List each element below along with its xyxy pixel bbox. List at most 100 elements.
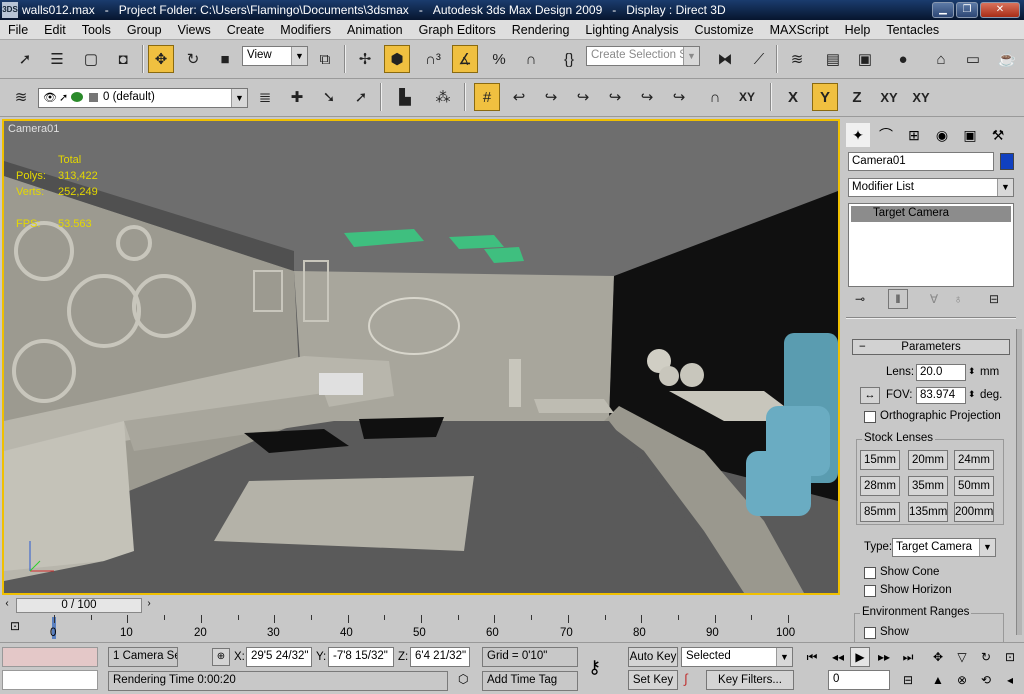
close-button[interactable]: ✕ [980, 2, 1020, 18]
snap-3d-icon[interactable]: ∩³ [420, 45, 446, 73]
layer-manager-icon[interactable]: ≋ [784, 45, 810, 73]
snap-edge-icon[interactable]: ↪ [634, 83, 660, 111]
slider-next-icon[interactable]: › [142, 598, 156, 613]
pivot-icon[interactable]: ⧉ [312, 45, 338, 73]
menu-file[interactable]: File [0, 23, 36, 37]
object-name-input[interactable]: Camera01 [848, 152, 994, 171]
lens-spinner-icon[interactable]: ⬍ [968, 366, 976, 377]
keyboard-shortcut-icon[interactable]: ⬢ [384, 45, 410, 73]
motion-tab-icon[interactable]: ◉ [930, 123, 954, 147]
lens-135mm-button[interactable]: 135mm [908, 502, 948, 522]
axis-x-button[interactable]: X [780, 83, 806, 111]
x-coord-input[interactable]: 29'5 24/32" [246, 647, 312, 667]
render-teapot-icon[interactable]: ☕ [994, 45, 1020, 73]
lens-input[interactable]: 20.0 [916, 364, 966, 381]
menu-rendering[interactable]: Rendering [504, 23, 578, 37]
roll-icon[interactable]: ⊗ [952, 670, 972, 690]
axis-y-button[interactable]: Y [812, 83, 838, 111]
select-by-name-icon[interactable]: ☰ [44, 45, 70, 73]
menu-group[interactable]: Group [119, 23, 170, 37]
align-icon[interactable]: ⟋ [746, 45, 772, 73]
maxscript-listener[interactable] [2, 647, 98, 667]
snap-xy-icon[interactable]: XY [734, 83, 760, 111]
go-to-end-icon[interactable]: ⏭ [898, 647, 918, 667]
mini-curve-editor-icon[interactable]: ⊡ [10, 619, 20, 633]
window-crossing-icon[interactable]: ◘ [110, 45, 136, 73]
material-editor-icon[interactable]: ● [890, 45, 916, 73]
create-tab-icon[interactable]: ✦ [846, 123, 870, 147]
make-unique-icon[interactable]: ∀ [924, 289, 944, 309]
rotate-icon[interactable]: ↻ [180, 45, 206, 73]
selection-set-input[interactable]: Create Selection Set ▼ [586, 46, 700, 66]
lens-200mm-button[interactable]: 200mm [954, 502, 994, 522]
grid-snap-icon[interactable]: # [474, 83, 500, 111]
current-frame-input[interactable]: 0 [828, 670, 890, 690]
pan-icon[interactable]: ✥ [928, 647, 948, 667]
snap-vertex-icon[interactable]: ↪ [538, 83, 564, 111]
pin-stack-icon[interactable]: ⊸ [850, 289, 870, 309]
ref-coord-dropdown[interactable]: View ▼ [242, 46, 308, 66]
axis-z-button[interactable]: Z [844, 83, 870, 111]
select-in-layer-icon[interactable]: ➘ [316, 83, 342, 111]
add-time-tag[interactable]: Add Time Tag [482, 671, 578, 691]
restore-button[interactable]: ❐ [956, 2, 978, 18]
menu-help[interactable]: Help [837, 23, 879, 37]
curve-editor-icon[interactable]: ▤ [820, 45, 846, 73]
key-filters-button[interactable]: Key Filters... [706, 670, 794, 690]
dolly-icon[interactable]: ▲ [928, 670, 948, 690]
hierarchy-tab-icon[interactable]: ⊞ [902, 123, 926, 147]
lens-50mm-button[interactable]: 50mm [954, 476, 994, 496]
orbit-icon[interactable]: ↻ [976, 647, 996, 667]
env-show-checkbox[interactable] [864, 627, 876, 639]
truck-icon[interactable]: ⟲ [976, 670, 996, 690]
next-frame-icon[interactable]: ▸▸ [874, 647, 894, 667]
utilities-tab-icon[interactable]: ⚒ [986, 123, 1010, 147]
stack-item[interactable]: Target Camera [851, 206, 1011, 222]
fov-input[interactable]: 83.974 [916, 387, 966, 404]
menu-views[interactable]: Views [170, 23, 219, 37]
select-object-icon[interactable]: ➚ [12, 45, 38, 73]
layers-icon[interactable]: ≋ [8, 83, 34, 111]
spinner-snap-icon[interactable]: ∩ [518, 45, 544, 73]
layer-dropdown[interactable]: 👁 ➚ 0 (default) ▼ [38, 88, 248, 108]
render-setup-icon[interactable]: ⌂ [928, 45, 954, 73]
previous-frame-icon[interactable]: ◂◂ [828, 647, 848, 667]
camera-viewport[interactable]: Camera01 Total Polys: 313,422 Verts: 252… [2, 119, 840, 595]
configure-sets-icon[interactable]: ⊟ [984, 289, 1004, 309]
time-slider-thumb[interactable]: 0 / 100 [16, 598, 142, 613]
maxscript-input[interactable] [2, 670, 98, 690]
new-layer-icon[interactable]: ≣ [252, 83, 278, 111]
manipulate-icon[interactable]: ✢ [352, 45, 378, 73]
menu-edit[interactable]: Edit [36, 23, 74, 37]
fov-direction-button[interactable]: ↔ [860, 387, 880, 404]
y-coord-input[interactable]: -7'8 15/32" [328, 647, 394, 667]
menu-maxscript[interactable]: MAXScript [762, 23, 837, 37]
slider-prev-icon[interactable]: ‹ [0, 598, 14, 613]
camera-type-dropdown[interactable]: Target Camera ▼ [892, 538, 996, 557]
menu-lighting-analysis[interactable]: Lighting Analysis [577, 23, 686, 37]
modifier-list-dropdown[interactable]: Modifier List ▼ [848, 178, 1014, 197]
snap-face-icon[interactable]: ↪ [666, 83, 692, 111]
object-color-swatch[interactable] [1000, 153, 1014, 170]
z-coord-input[interactable]: 6'4 21/32" [410, 647, 470, 667]
stairs-icon[interactable]: ▙ [392, 83, 418, 111]
snap-endpoint-icon[interactable]: ↪ [570, 83, 596, 111]
show-horizon-checkbox[interactable] [864, 585, 876, 597]
scale-icon[interactable]: ■ [212, 45, 238, 73]
snap-options-icon[interactable]: ∩ [702, 83, 728, 111]
lens-15mm-button[interactable]: 15mm [860, 450, 900, 470]
minimize-button[interactable]: ▁ [932, 2, 954, 18]
go-to-start-icon[interactable]: ⏮ [802, 647, 822, 667]
menu-tools[interactable]: Tools [74, 23, 119, 37]
menu-create[interactable]: Create [219, 23, 273, 37]
menu-modifiers[interactable]: Modifiers [272, 23, 339, 37]
field-of-view-icon[interactable]: ▽ [952, 647, 972, 667]
set-key-button[interactable]: Set Key [628, 670, 678, 690]
axis-xy-cycle-button[interactable]: XY [908, 83, 934, 111]
menu-graph-editors[interactable]: Graph Editors [411, 23, 504, 37]
edit-named-selection-icon[interactable]: {} [556, 45, 582, 73]
show-cone-checkbox[interactable] [864, 567, 876, 579]
ortho-checkbox[interactable] [864, 411, 876, 423]
play-icon[interactable]: ▶ [850, 647, 870, 667]
fov-spinner-icon[interactable]: ⬍ [968, 389, 976, 400]
